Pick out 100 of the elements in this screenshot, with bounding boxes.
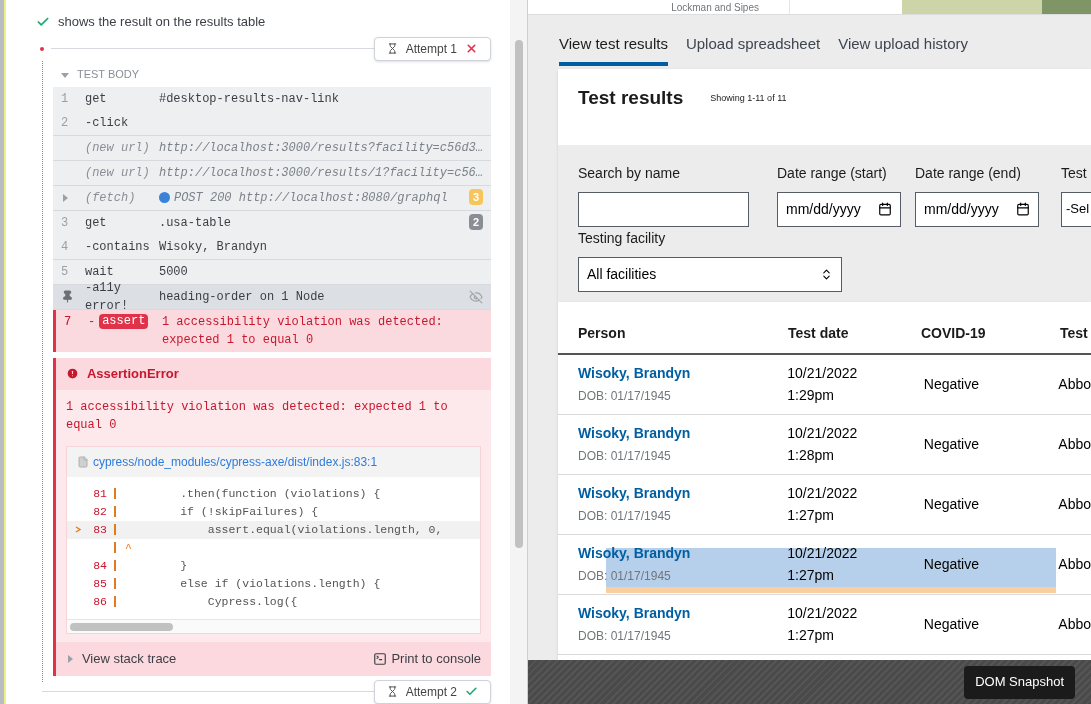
command-name: (new url) xyxy=(84,164,150,182)
attempt-button[interactable]: Attempt 2 xyxy=(373,679,491,704)
test-title[interactable]: shows the result on the results table xyxy=(57,12,266,32)
line-number: 86 xyxy=(93,594,107,608)
command-name: -contains xyxy=(84,238,150,256)
command-name: (new url) xyxy=(84,139,150,157)
dob-text: DOB: 01/17/1945 xyxy=(578,628,672,645)
table-cell-text: Negative xyxy=(922,494,981,514)
scrollbar-thumb[interactable] xyxy=(514,40,523,548)
filter-label: Search by name xyxy=(578,163,681,183)
facility-select[interactable]: All facilities xyxy=(578,256,842,292)
expand-caret-icon xyxy=(65,654,74,663)
column-header: Test date xyxy=(788,323,850,343)
table-cell-text: 1:27pm xyxy=(787,566,835,585)
column-header: Test xyxy=(1059,323,1088,343)
search-field[interactable] xyxy=(578,191,749,227)
dob-text: DOB: 01/17/1945 xyxy=(578,568,672,585)
count-badge: 3 xyxy=(468,188,483,205)
tab[interactable]: View test results xyxy=(559,33,668,66)
count-badge: 2 xyxy=(468,213,483,230)
header-text: Lockman and Sipes xyxy=(671,2,759,14)
command-message: .usa-table xyxy=(158,214,231,232)
command-row[interactable]: 1 get #desktop-results-nav-link xyxy=(52,86,491,111)
table-cell-text: 1:28pm xyxy=(787,446,835,465)
code-text: Cypress.log({ xyxy=(206,593,298,610)
code-text: if (!skipFailures) { xyxy=(179,503,319,520)
dob-text: DOB: 01/17/1945 xyxy=(578,508,672,525)
patient-link[interactable]: Wisoky, Brandyn xyxy=(578,483,788,504)
scrollbar-thumb[interactable] xyxy=(69,622,173,631)
patient-link[interactable]: Wisoky, Brandyn xyxy=(578,423,788,444)
line-number: 85 xyxy=(93,576,107,590)
command-name: wait xyxy=(84,263,114,281)
column-header: COVID-19 xyxy=(921,323,987,343)
command-message: #desktop-results-nav-link xyxy=(158,90,339,108)
command-message: 5000 xyxy=(158,263,188,281)
error-message: 1 accessibility violation was detected: expected 1 to equal 0 xyxy=(65,398,449,434)
line-number: 4 xyxy=(60,238,69,256)
command-message: heading-order on 1 Node xyxy=(158,288,325,306)
patient-link[interactable]: Wisoky, Brandyn xyxy=(578,603,788,624)
table-cell-text: 1:29pm xyxy=(787,386,835,405)
card-title: Test results xyxy=(578,86,684,111)
line-number: 5 xyxy=(60,263,69,281)
command-row[interactable]: (new url) http://localhost:3000/results?facility=c56d3… xyxy=(52,135,491,160)
table-cell-text: Abbo xyxy=(1057,374,1091,394)
command-name: (fetch) xyxy=(84,189,136,207)
table-cell-text: Abbo xyxy=(1057,434,1091,454)
command-name: -click xyxy=(84,114,129,132)
command-message: 1 accessibility violation was detected: expected 1 to equal 0 xyxy=(161,313,444,349)
hourglass-icon xyxy=(386,686,398,697)
tab[interactable]: View upload history xyxy=(838,33,968,66)
dob-text: DOB: 01/17/1945 xyxy=(578,388,672,405)
command-row[interactable]: 3 get .usa-table 2 xyxy=(52,210,491,235)
result-select[interactable]: -Sel xyxy=(1061,191,1091,227)
error-icon xyxy=(65,367,79,380)
line-number: 82 xyxy=(93,504,107,518)
filter-label: Date range (end) xyxy=(915,163,1022,183)
table-cell-text: Negative xyxy=(922,554,981,574)
command-name: get xyxy=(84,90,107,108)
failed-command-row[interactable]: 7 - assert 1 accessibility violation was detected: expected 1 to equal 0 xyxy=(52,309,491,352)
command-row[interactable]: 2 -click xyxy=(52,110,491,135)
hourglass-icon xyxy=(386,43,398,54)
snapshot-button[interactable]: DOM Snapshot xyxy=(964,665,1075,699)
code-text: else if (violations.length) { xyxy=(179,575,381,592)
expand-caret-icon xyxy=(60,193,69,202)
attempt-button[interactable]: Attempt 1 xyxy=(373,36,491,61)
stack-trace-toggle[interactable]: View stack trace xyxy=(65,648,177,669)
code-text: .then(function (violations) { xyxy=(179,485,381,502)
date-field[interactable]: mm/dd/yyyy xyxy=(777,191,901,227)
table-cell-text: 10/21/2022 xyxy=(787,544,859,563)
calendar-icon xyxy=(1016,202,1030,216)
filter-label: Date range (start) xyxy=(777,163,888,183)
terminal-icon xyxy=(373,651,388,666)
command-row[interactable]: 4 -contains Wisoky, Brandyn xyxy=(52,234,491,259)
line-number: 81 xyxy=(93,486,107,500)
print-button[interactable]: Print to console xyxy=(373,648,481,669)
column-header: Person xyxy=(577,323,627,343)
dob-text: DOB: 01/17/1945 xyxy=(578,448,672,465)
tab[interactable]: Upload spreadsheet xyxy=(685,33,821,66)
table-cell-text: Abbo xyxy=(1057,614,1091,634)
table-cell-text: 1:27pm xyxy=(787,506,835,525)
date-field[interactable]: mm/dd/yyyy xyxy=(915,191,1039,227)
code-text: assert.equal(violations.length, 0, xyxy=(206,521,443,538)
patient-link[interactable]: Wisoky, Brandyn xyxy=(578,543,788,564)
table-cell-text: Negative xyxy=(922,434,981,454)
collapse-caret-icon xyxy=(60,70,69,79)
command-message: http://localhost:3000/results/1?facility=c56… xyxy=(158,164,483,182)
line-number: 84 xyxy=(93,558,107,572)
table-cell-text: Negative xyxy=(922,374,981,394)
pinned-command-row[interactable]: -a11y error! heading-order on 1 Node xyxy=(52,284,491,309)
eye-off-icon[interactable] xyxy=(469,289,483,304)
check-icon xyxy=(465,685,478,698)
command-name: get xyxy=(84,214,107,232)
command-name: - xyxy=(87,313,96,331)
patient-link[interactable]: Wisoky, Brandyn xyxy=(578,363,788,384)
command-row[interactable]: (fetch) POST 200 http://localhost:8080/graphql 3 xyxy=(52,185,491,210)
line-number: 1 xyxy=(60,90,69,108)
table-cell-text: 10/21/2022 xyxy=(787,484,859,503)
filter-label: Testing facility xyxy=(578,228,667,248)
table-cell-text: Abbo xyxy=(1057,494,1091,514)
cross-icon xyxy=(465,42,478,55)
